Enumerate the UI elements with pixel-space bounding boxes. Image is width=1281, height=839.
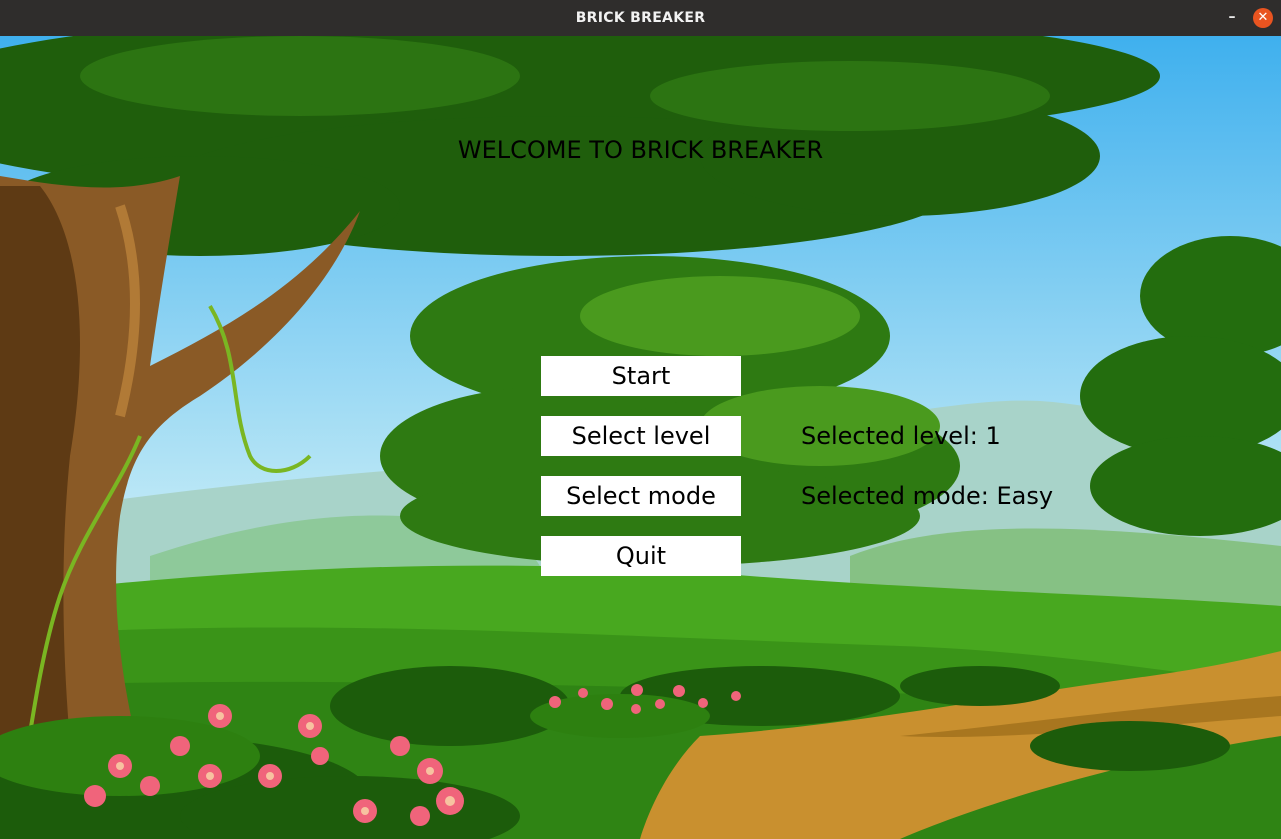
selected-mode-label: Selected mode: Easy [801, 482, 1054, 510]
selected-level-label: Selected level: 1 [801, 422, 1001, 450]
close-button[interactable]: ✕ [1253, 8, 1273, 28]
game-scene: WELCOME TO BRICK BREAKER Start Select le… [0, 36, 1281, 839]
select-mode-button[interactable]: Select mode [541, 476, 741, 516]
quit-button[interactable]: Quit [541, 536, 741, 576]
start-button[interactable]: Start [541, 356, 741, 396]
window-title: BRICK BREAKER [575, 10, 706, 26]
window-titlebar: BRICK BREAKER – ✕ [0, 0, 1281, 36]
minimize-button[interactable]: – [1222, 8, 1242, 28]
welcome-heading: WELCOME TO BRICK BREAKER [457, 136, 824, 164]
select-level-button[interactable]: Select level [541, 416, 741, 456]
